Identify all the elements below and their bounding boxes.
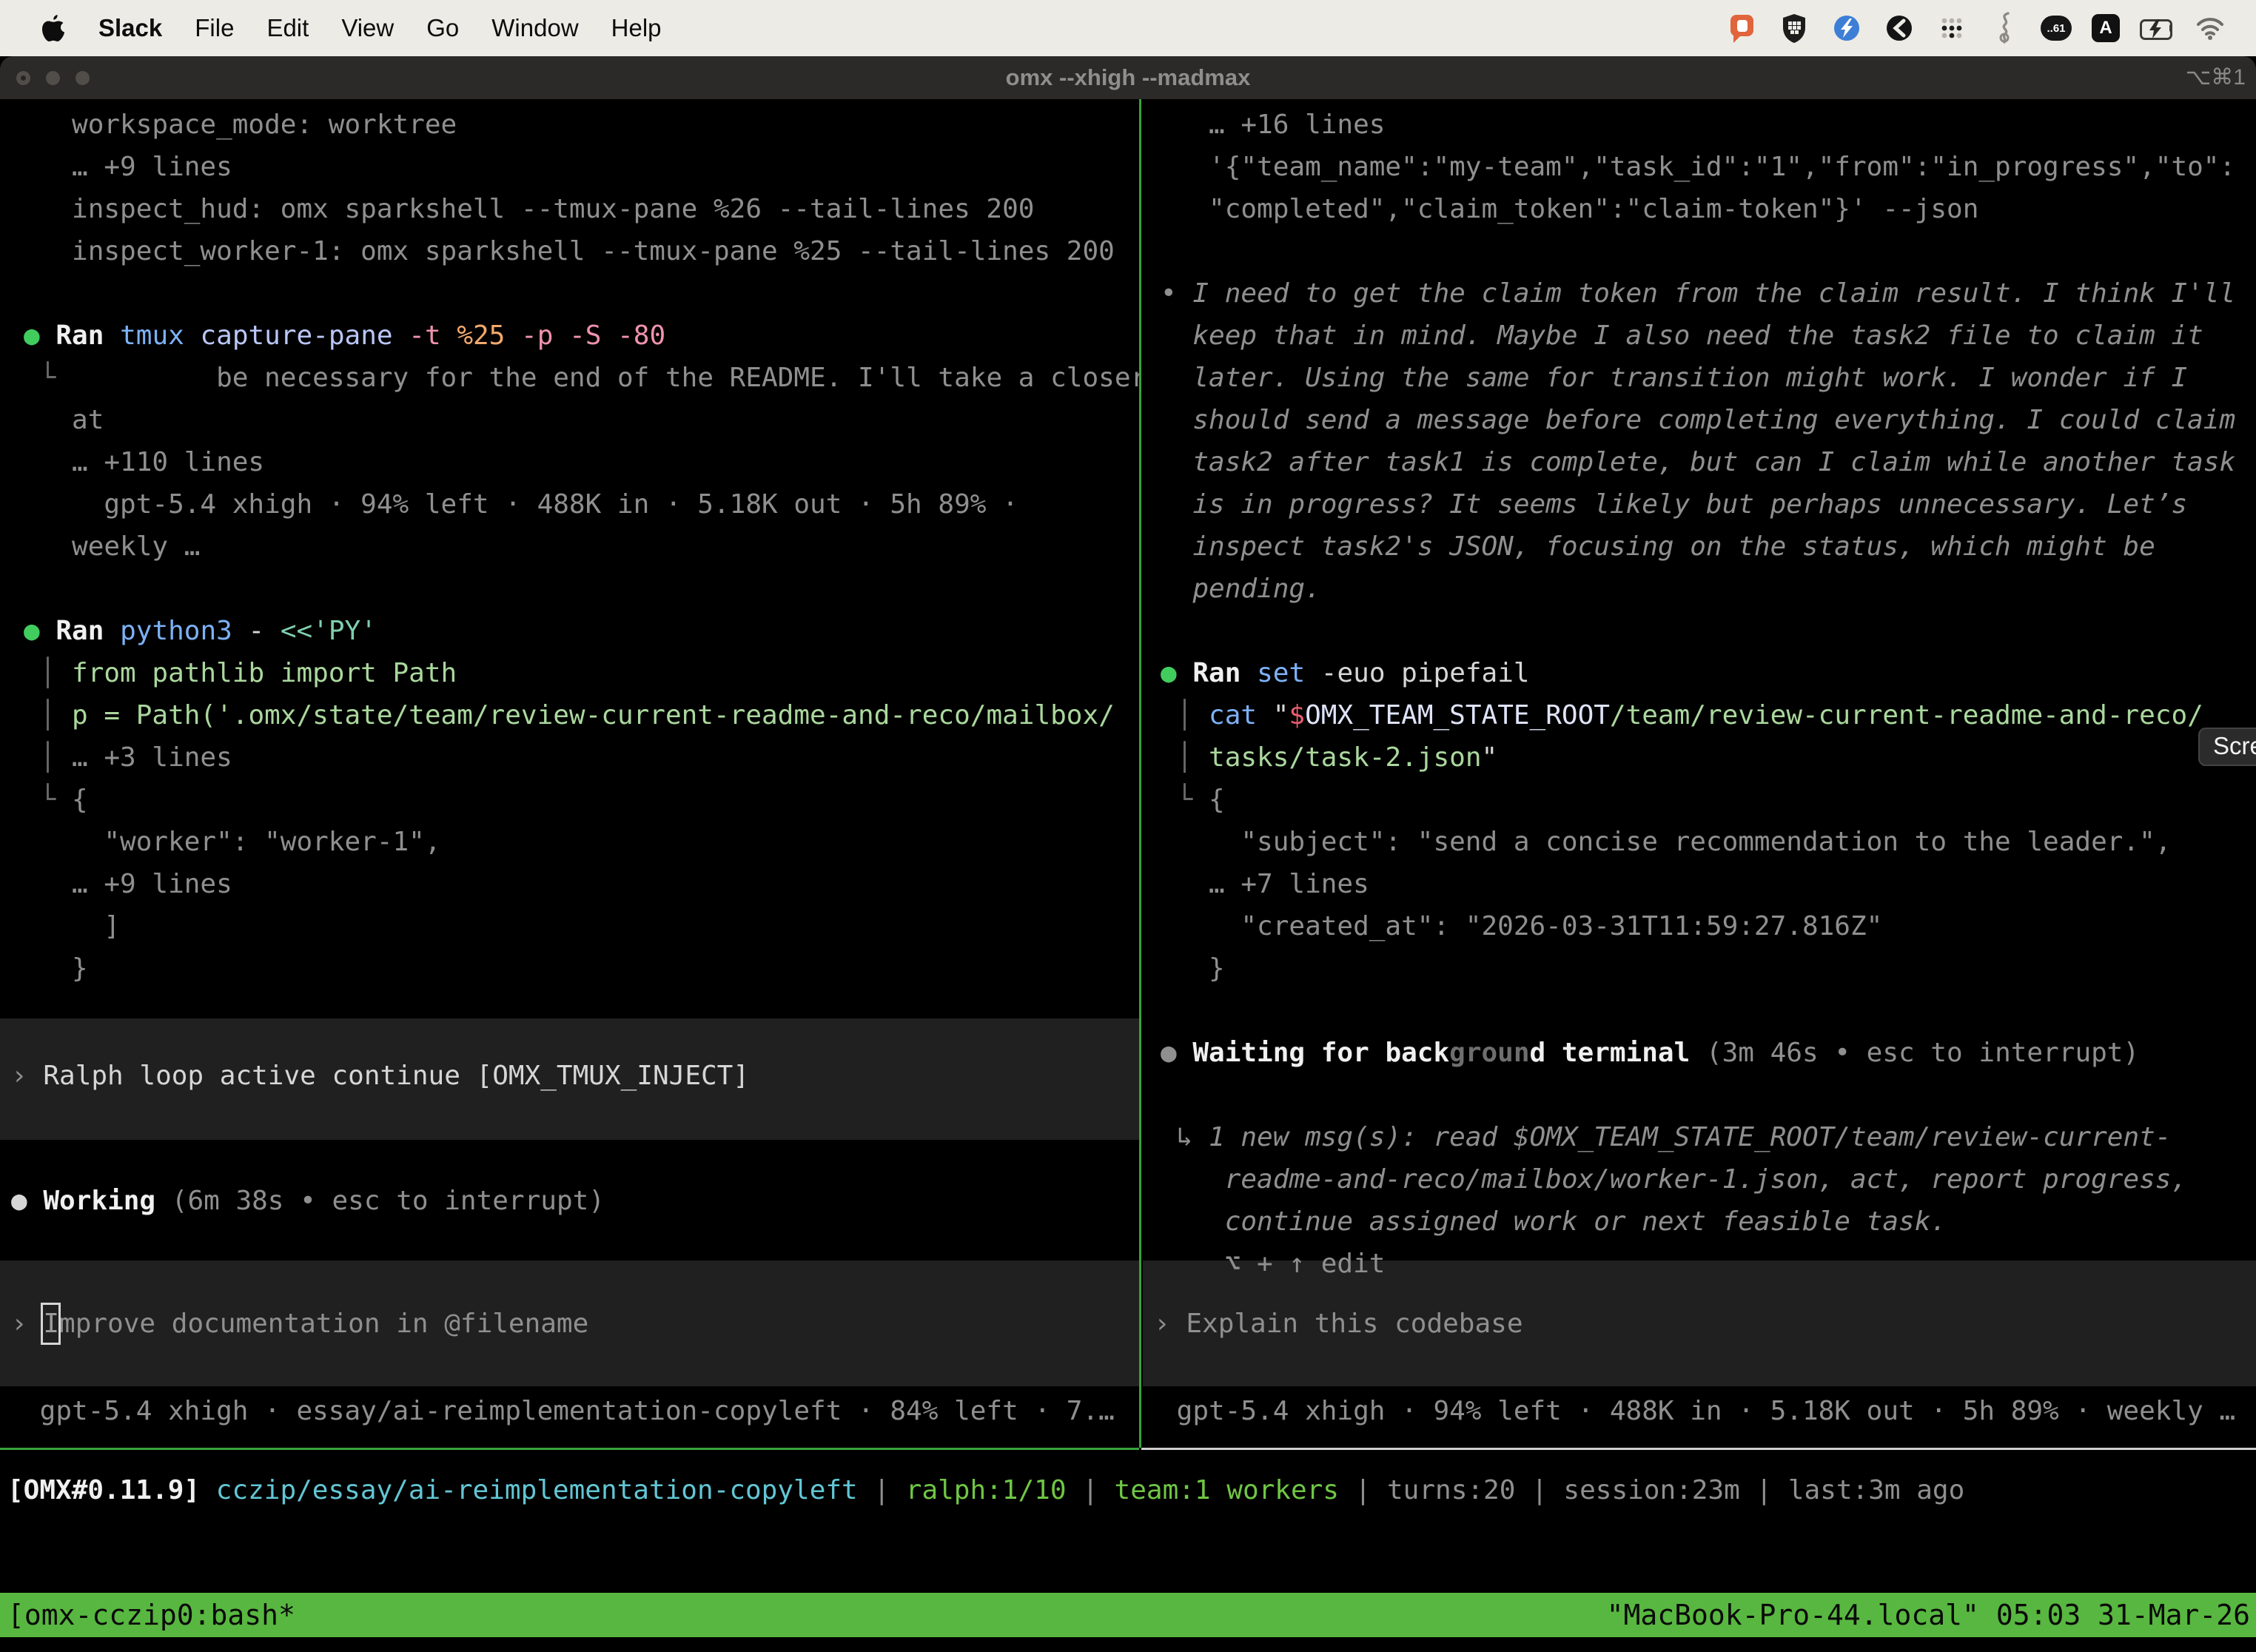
input-source-icon[interactable]: A xyxy=(2092,14,2120,42)
terminal-line: readme-and-reco/mailbox/worker-1.json, a… xyxy=(1143,1158,2256,1201)
chat-notification-icon[interactable] xyxy=(1725,12,1758,44)
dots-grid-icon[interactable] xyxy=(1936,12,1968,44)
prompt-input[interactable]: › Improve documentation in @filename xyxy=(0,1303,1139,1345)
terminal-line: keep that in mind. Maybe I also need the… xyxy=(1143,315,2256,357)
terminal-line: "worker": "worker-1", xyxy=(0,821,1139,863)
tmux-host-clock-label: "MacBook-Pro-44.local" 05:03 31-Mar-26 xyxy=(1607,1593,2256,1637)
count-badge-icon[interactable]: ..61 xyxy=(2041,16,2072,41)
edit-hint: ⌥ + ↑ edit xyxy=(1143,1243,2256,1285)
terminal-line: } xyxy=(0,947,1139,990)
wifi-icon[interactable] xyxy=(2194,12,2226,44)
terminal-line: … +16 lines xyxy=(1143,104,2256,146)
terminal-line: │ tasks/task-2.json" xyxy=(1143,736,2256,779)
menu-item-edit[interactable]: Edit xyxy=(266,14,309,42)
terminal-line: │ from pathlib import Path xyxy=(0,652,1139,694)
terminal-line: └ { xyxy=(0,779,1139,821)
terminal-line: inspect task2's JSON, focusing on the st… xyxy=(1143,526,2256,568)
chevron-circle-icon[interactable] xyxy=(1883,12,1916,44)
terminal-line: } xyxy=(1143,947,2256,990)
pane-right: … +16 lines '{"team_name":"my-team","tas… xyxy=(1143,99,2256,1450)
battery-icon[interactable] xyxy=(2140,19,2174,37)
command-line: ● Ran set -euo pipefail xyxy=(1143,652,2256,694)
terminal-line: ] xyxy=(0,905,1139,947)
menu-item-view[interactable]: View xyxy=(341,14,394,42)
terminal-line: … +9 lines xyxy=(0,863,1139,905)
terminal-line: └ { xyxy=(1143,779,2256,821)
terminal-line: is in progress? It seems likely but perh… xyxy=(1143,483,2256,526)
command-line: ● Ran tmux capture-pane -t %25 -p -S -80 xyxy=(0,315,1139,357)
terminal-body: workspace_mode: worktree … +9 lines insp… xyxy=(0,99,2256,1652)
apple-menu-icon[interactable] xyxy=(41,13,66,43)
terminal-line: "created_at": "2026-03-31T11:59:27.816Z" xyxy=(1143,905,2256,947)
terminal-line: weekly … xyxy=(0,526,1139,568)
terminal-line: gpt-5.4 xhigh · 94% left · 488K in · 5.1… xyxy=(0,483,1139,526)
terminal-line: inspect_hud: omx sparkshell --tmux-pane … xyxy=(0,188,1139,230)
tooltip: Scre xyxy=(2198,728,2256,766)
terminal-line: │ cat "$OMX_TEAM_STATE_ROOT/team/review-… xyxy=(1143,694,2256,736)
terminal-line: │ p = Path('.omx/state/team/review-curre… xyxy=(0,694,1139,736)
menu-item-file[interactable]: File xyxy=(195,14,234,42)
squiggle-icon[interactable] xyxy=(1988,12,2021,44)
pane-left: workspace_mode: worktree … +9 lines insp… xyxy=(0,99,1139,1450)
queued-message: › Ralph loop active continue [OMX_TMUX_I… xyxy=(0,1055,1139,1097)
terminal-line: "subject": "send a concise recommendatio… xyxy=(1143,821,2256,863)
terminal-line: at xyxy=(0,399,1139,441)
menu-item-window[interactable]: Window xyxy=(491,14,578,42)
terminal-line: │ … +3 lines xyxy=(0,736,1139,779)
pane-divider[interactable] xyxy=(1139,99,1141,1448)
terminal-line: should send a message before completing … xyxy=(1143,399,2256,441)
terminal-line: '{"team_name":"my-team","task_id":"1","f… xyxy=(1143,146,2256,188)
menu-app-name[interactable]: Slack xyxy=(98,14,162,42)
status-working: ● Working (6m 38s • esc to interrupt) xyxy=(0,1180,1139,1222)
terminal-line: • I need to get the claim token from the… xyxy=(1143,272,2256,315)
command-line: ● Ran python3 - <<'PY' xyxy=(0,610,1139,652)
pane-status-line: gpt-5.4 xhigh · essay/ai-reimplementatio… xyxy=(0,1390,1139,1432)
window-title: omx --xhigh --madmax xyxy=(0,56,2256,99)
terminal-line: workspace_mode: worktree xyxy=(0,104,1139,146)
window-shortcut-hint: ⌥⌘1 xyxy=(2186,56,2246,99)
shield-grid-icon[interactable] xyxy=(1778,12,1810,44)
menu-bar: Slack File Edit View Go Window Help xyxy=(0,0,2256,56)
screen: Slack File Edit View Go Window Help xyxy=(0,0,2256,1652)
pane-right-bottom-border xyxy=(1141,1448,2256,1450)
terminal-window: omx --xhigh --madmax ⌥⌘1 workspace_mode:… xyxy=(0,56,2256,1652)
terminal-line: … +110 lines xyxy=(0,441,1139,483)
terminal-line: pending. xyxy=(1143,568,2256,610)
terminal-line: "completed","claim_token":"claim-token"}… xyxy=(1143,188,2256,230)
terminal-line: ↳ 1 new msg(s): read $OMX_TEAM_STATE_ROO… xyxy=(1143,1116,2256,1158)
menu-item-help[interactable]: Help xyxy=(611,14,662,42)
tmux-status-bar: [omx-cczip0:bash* "MacBook-Pro-44.local"… xyxy=(0,1593,2256,1637)
terminal-line: … +7 lines xyxy=(1143,863,2256,905)
tmux-session-label: [omx-cczip0:bash* xyxy=(0,1593,295,1637)
terminal-line: later. Using the same for transition mig… xyxy=(1143,357,2256,399)
terminal-line: … +9 lines xyxy=(0,146,1139,188)
pane-left-bottom-border xyxy=(0,1448,1139,1450)
menu-item-go[interactable]: Go xyxy=(426,14,459,42)
blue-bolt-badge-icon[interactable] xyxy=(1830,12,1863,44)
terminal-line: └ be necessary for the end of the README… xyxy=(0,357,1139,399)
prompt-input[interactable]: › Explain this codebase xyxy=(1143,1303,2256,1345)
omx-status-line: [OMX#0.11.9] cczip/essay/ai-reimplementa… xyxy=(7,1469,1964,1511)
window-titlebar[interactable]: omx --xhigh --madmax ⌥⌘1 xyxy=(0,56,2256,99)
status-waiting: ● Waiting for background terminal (3m 46… xyxy=(1143,1032,2256,1074)
pane-status-line: gpt-5.4 xhigh · 94% left · 488K in · 5.1… xyxy=(1143,1390,2256,1432)
terminal-line: continue assigned work or next feasible … xyxy=(1143,1201,2256,1243)
terminal-line: inspect_worker-1: omx sparkshell --tmux-… xyxy=(0,230,1139,272)
terminal-line: task2 after task1 is complete, but can I… xyxy=(1143,441,2256,483)
